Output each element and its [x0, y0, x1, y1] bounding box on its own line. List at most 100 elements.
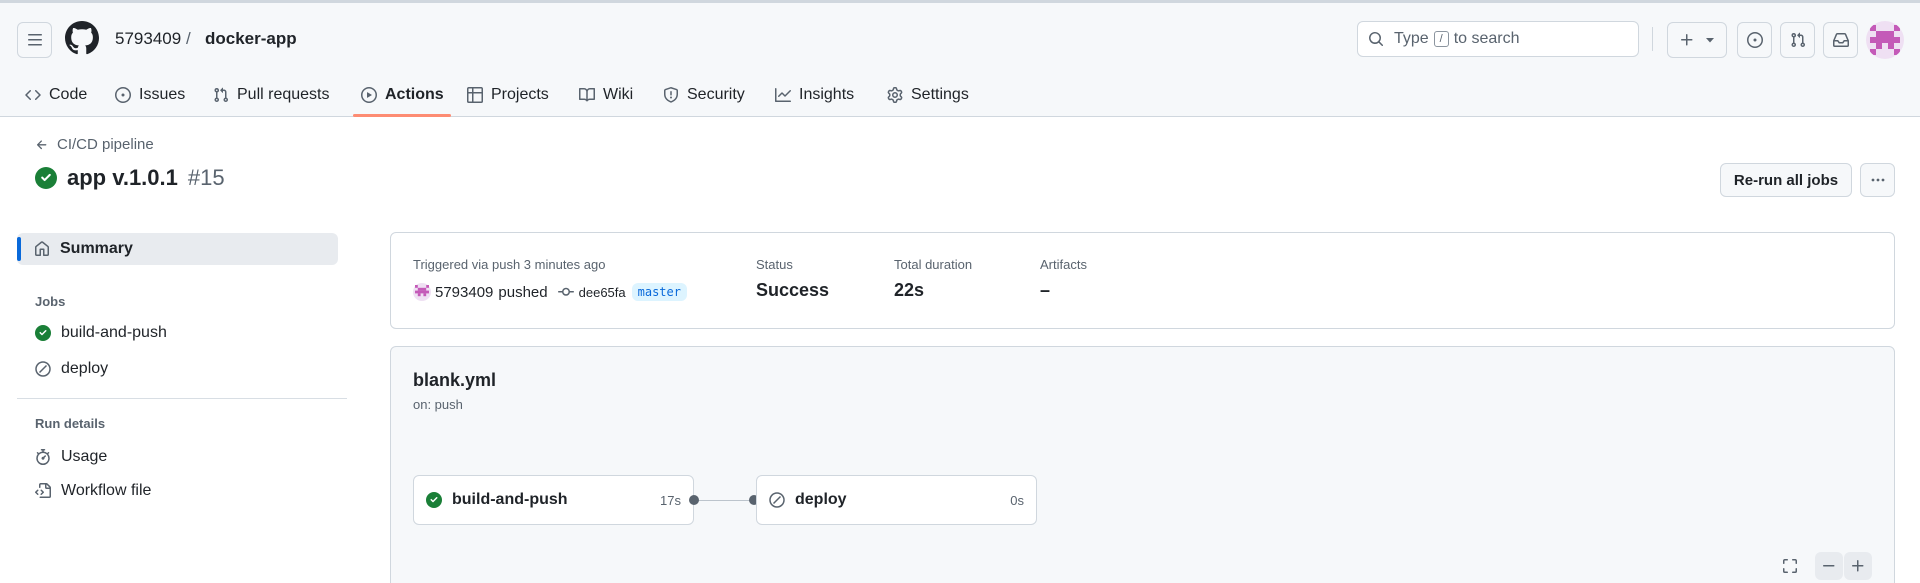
job-node-name: build-and-push: [452, 491, 568, 508]
job-node-name: deploy: [795, 491, 847, 508]
shield-icon: [664, 87, 678, 103]
zoom-in-button[interactable]: [1844, 552, 1872, 580]
play-icon: [361, 87, 377, 103]
skip-icon: [35, 361, 51, 377]
stopwatch-icon: [36, 449, 50, 465]
git-pull-request-icon: [1790, 32, 1805, 48]
fullscreen-button[interactable]: [1776, 552, 1804, 580]
git-pull-request-icon: [214, 87, 229, 103]
sidebar-summary-label: Summary: [60, 240, 133, 257]
file-code-icon: [35, 483, 51, 498]
search-prefix: Type: [1394, 30, 1429, 47]
run-summary-card: Triggered via push 3 minutes ago 5793409…: [390, 232, 1895, 329]
run-details-heading: Run details: [35, 416, 106, 431]
tab-projects[interactable]: Projects: [467, 73, 549, 117]
tab-actions-label: Actions: [385, 86, 444, 103]
artifacts-value: –: [1040, 280, 1051, 300]
header-divider: [1652, 27, 1653, 51]
search-input[interactable]: Type / to search: [1357, 21, 1639, 57]
tab-insights-label: Insights: [799, 86, 855, 103]
book-icon: [579, 87, 595, 102]
search-shortcut-key: /: [1433, 31, 1449, 47]
your-issues-button[interactable]: [1737, 22, 1772, 58]
tab-settings-label: Settings: [911, 86, 969, 103]
tab-issues[interactable]: Issues: [115, 73, 185, 117]
job-node-duration: 17s: [660, 492, 681, 508]
gear-icon: [887, 87, 903, 103]
repo-header: 5793409 / docker-app Type / to search Co…: [0, 3, 1920, 117]
triangle-down-icon: [1706, 38, 1714, 43]
run-title: app v.1.0.1 #15: [35, 165, 225, 191]
tab-wiki-label: Wiki: [603, 86, 634, 103]
actor-name[interactable]: 5793409: [435, 284, 493, 301]
selected-indicator: [17, 237, 21, 261]
skip-icon: [769, 492, 785, 508]
job-node-build-and-push[interactable]: build-and-push 17s: [413, 475, 694, 525]
breadcrumb-separator: /: [186, 29, 191, 48]
status-value: Success: [756, 280, 830, 300]
tab-wiki[interactable]: Wiki: [579, 73, 633, 117]
trigger-details: 5793409 pushed dee65fa master: [413, 283, 687, 301]
workflow-trigger: on: push: [413, 397, 463, 412]
repo-nav-tabs: Code Issues Pull requests Actions Projec…: [0, 73, 1920, 117]
tab-issues-label: Issues: [139, 86, 186, 103]
tab-actions[interactable]: Actions: [361, 73, 444, 117]
more-options-button[interactable]: [1860, 163, 1895, 197]
issue-opened-icon: [115, 87, 131, 103]
trigger-label: Triggered via push 3 minutes ago: [413, 257, 606, 272]
workflow-graph: blank.yml on: push build-and-push 17s de…: [390, 346, 1895, 583]
tab-projects-label: Projects: [491, 86, 549, 103]
github-logo-icon[interactable]: [65, 21, 99, 55]
search-suffix: to search: [1453, 30, 1520, 47]
actor-action: pushed: [498, 283, 548, 301]
commit-link[interactable]: dee65fa: [557, 284, 626, 300]
arrow-left-icon: [36, 139, 47, 149]
user-avatar[interactable]: [1866, 21, 1904, 59]
sidebar-item-summary[interactable]: Summary: [17, 233, 338, 265]
table-icon: [467, 87, 483, 103]
create-new-button[interactable]: [1667, 22, 1727, 58]
hamburger-icon: [27, 34, 42, 46]
job-connector-line: [694, 500, 754, 501]
tab-pull-requests[interactable]: Pull requests: [213, 73, 330, 117]
artifacts-label: Artifacts: [1040, 257, 1087, 272]
plus-icon: [1852, 560, 1864, 572]
branch-badge[interactable]: master: [631, 283, 687, 301]
breadcrumb-owner[interactable]: 5793409: [115, 27, 181, 51]
identicon-icon: [1870, 25, 1900, 55]
zoom-out-button[interactable]: [1815, 552, 1843, 580]
sidebar-divider: [17, 398, 347, 399]
plus-icon: [1681, 34, 1693, 46]
identicon-icon: [415, 285, 429, 297]
sidebar-job-deploy[interactable]: deploy: [35, 360, 108, 378]
active-tab-indicator: [353, 114, 451, 117]
sidebar-usage-label: Usage: [61, 448, 108, 465]
inbox-button[interactable]: [1823, 22, 1858, 58]
global-bar: 5793409 / docker-app Type / to search: [0, 3, 1920, 73]
tab-security-label: Security: [687, 86, 745, 103]
tab-code-label: Code: [49, 86, 88, 103]
breadcrumb-repo[interactable]: docker-app: [205, 27, 297, 51]
tab-insights[interactable]: Insights: [775, 73, 854, 117]
commit-sha: dee65fa: [578, 284, 626, 300]
graph-icon: [775, 88, 791, 102]
actor-avatar[interactable]: [413, 283, 431, 301]
screen-full-icon: [1783, 559, 1797, 573]
back-to-workflow-link[interactable]: CI/CD pipeline: [35, 136, 154, 153]
tab-security[interactable]: Security: [663, 73, 745, 117]
sidebar-job-label: deploy: [61, 360, 109, 377]
sidebar-job-build-and-push[interactable]: build-and-push: [35, 324, 167, 342]
dash-icon: [1823, 565, 1835, 567]
sidebar-item-usage[interactable]: Usage: [35, 448, 107, 466]
rerun-all-jobs-button[interactable]: Re-run all jobs: [1720, 163, 1852, 197]
status-label: Status: [756, 257, 793, 272]
connector-dot-out: [689, 495, 699, 505]
tab-settings[interactable]: Settings: [887, 73, 969, 117]
your-pull-requests-button[interactable]: [1780, 22, 1815, 58]
tab-code[interactable]: Code: [25, 73, 87, 117]
jobs-heading: Jobs: [35, 294, 66, 309]
sidebar-item-workflow-file[interactable]: Workflow file: [35, 482, 151, 500]
job-node-deploy[interactable]: deploy 0s: [756, 475, 1037, 525]
job-node-duration: 0s: [1010, 492, 1024, 508]
menu-button[interactable]: [17, 22, 52, 58]
